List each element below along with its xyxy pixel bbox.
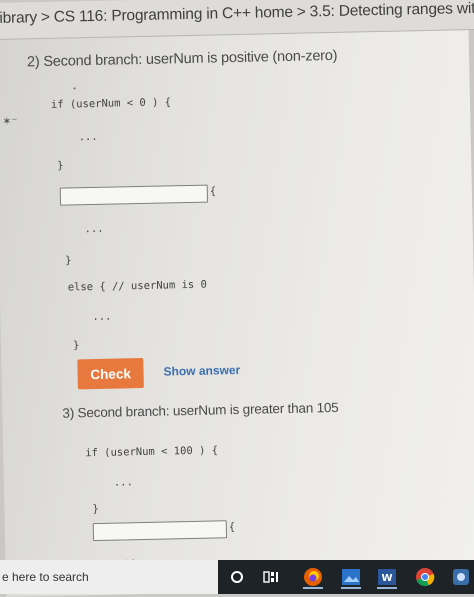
- question-2-heading: 2) Second branch: userNum is positive (n…: [26, 47, 338, 71]
- stray-dot: [73, 87, 76, 90]
- show-answer-link[interactable]: Show answer: [163, 363, 240, 379]
- firefox-icon[interactable]: [300, 565, 326, 589]
- q2-code-if-line: if (userNum < 0 ) {: [50, 96, 172, 111]
- breadcrumb: library > CS 116: Programming in C++ home >…: [0, 0, 474, 28]
- taskbar-search-box[interactable]: e here to search: [0, 560, 218, 594]
- q2-answer-input[interactable]: [59, 184, 209, 206]
- photos-icon[interactable]: [338, 565, 364, 589]
- q2-code-ellipsis: ...: [78, 130, 98, 144]
- q3-code-ellipsis: ...: [113, 476, 133, 489]
- breadcrumb-separator: >: [40, 8, 50, 27]
- q3-code-close-brace: }: [92, 502, 99, 516]
- q3-code-open-brace: {: [228, 521, 236, 534]
- q2-code-ellipsis: ...: [84, 222, 104, 236]
- word-active-indicator: [377, 587, 397, 589]
- breadcrumb-library[interactable]: library: [0, 9, 37, 27]
- q3-code-if-line: if (userNum < 100 ) {: [85, 444, 219, 460]
- breadcrumb-separator: >: [296, 3, 306, 21]
- svg-text:W: W: [381, 573, 392, 584]
- q3-answer-input[interactable]: [92, 520, 228, 542]
- q2-code-else-line: else { // userNum is 0: [67, 278, 207, 294]
- word-icon[interactable]: W: [374, 565, 400, 589]
- q2-code-ellipsis: ...: [92, 310, 112, 324]
- check-button[interactable]: Check: [77, 357, 144, 390]
- q2-code-close-brace: }: [72, 339, 80, 352]
- photos-active-indicator: [341, 587, 361, 589]
- activity-card: 2) Second branch: userNum is positive (n…: [2, 33, 474, 583]
- firefox-active-indicator: [303, 587, 323, 589]
- task-view-icon[interactable]: [258, 565, 284, 589]
- app-icon[interactable]: [448, 565, 474, 589]
- question-3-heading: 3) Second branch: userNum is greater tha…: [62, 399, 339, 421]
- screen: library > CS 116: Programming in C++ home >…: [0, 0, 474, 597]
- q2-code-open-brace: {: [209, 185, 217, 198]
- windows-taskbar: e here to search W: [0, 560, 474, 594]
- cursor-icon: ✶⁻: [2, 115, 18, 128]
- breadcrumb-section[interactable]: 3.5: Detecting ranges with bra: [309, 0, 474, 20]
- taskbar-search-placeholder: e here to search: [2, 570, 89, 584]
- q2-code-close-brace: }: [65, 254, 72, 267]
- breadcrumb-course-home[interactable]: CS 116: Programming in C++ home: [54, 4, 293, 26]
- cortana-circle-icon[interactable]: [224, 565, 250, 589]
- q2-code-close-brace: }: [57, 159, 64, 172]
- chrome-icon[interactable]: [412, 565, 438, 589]
